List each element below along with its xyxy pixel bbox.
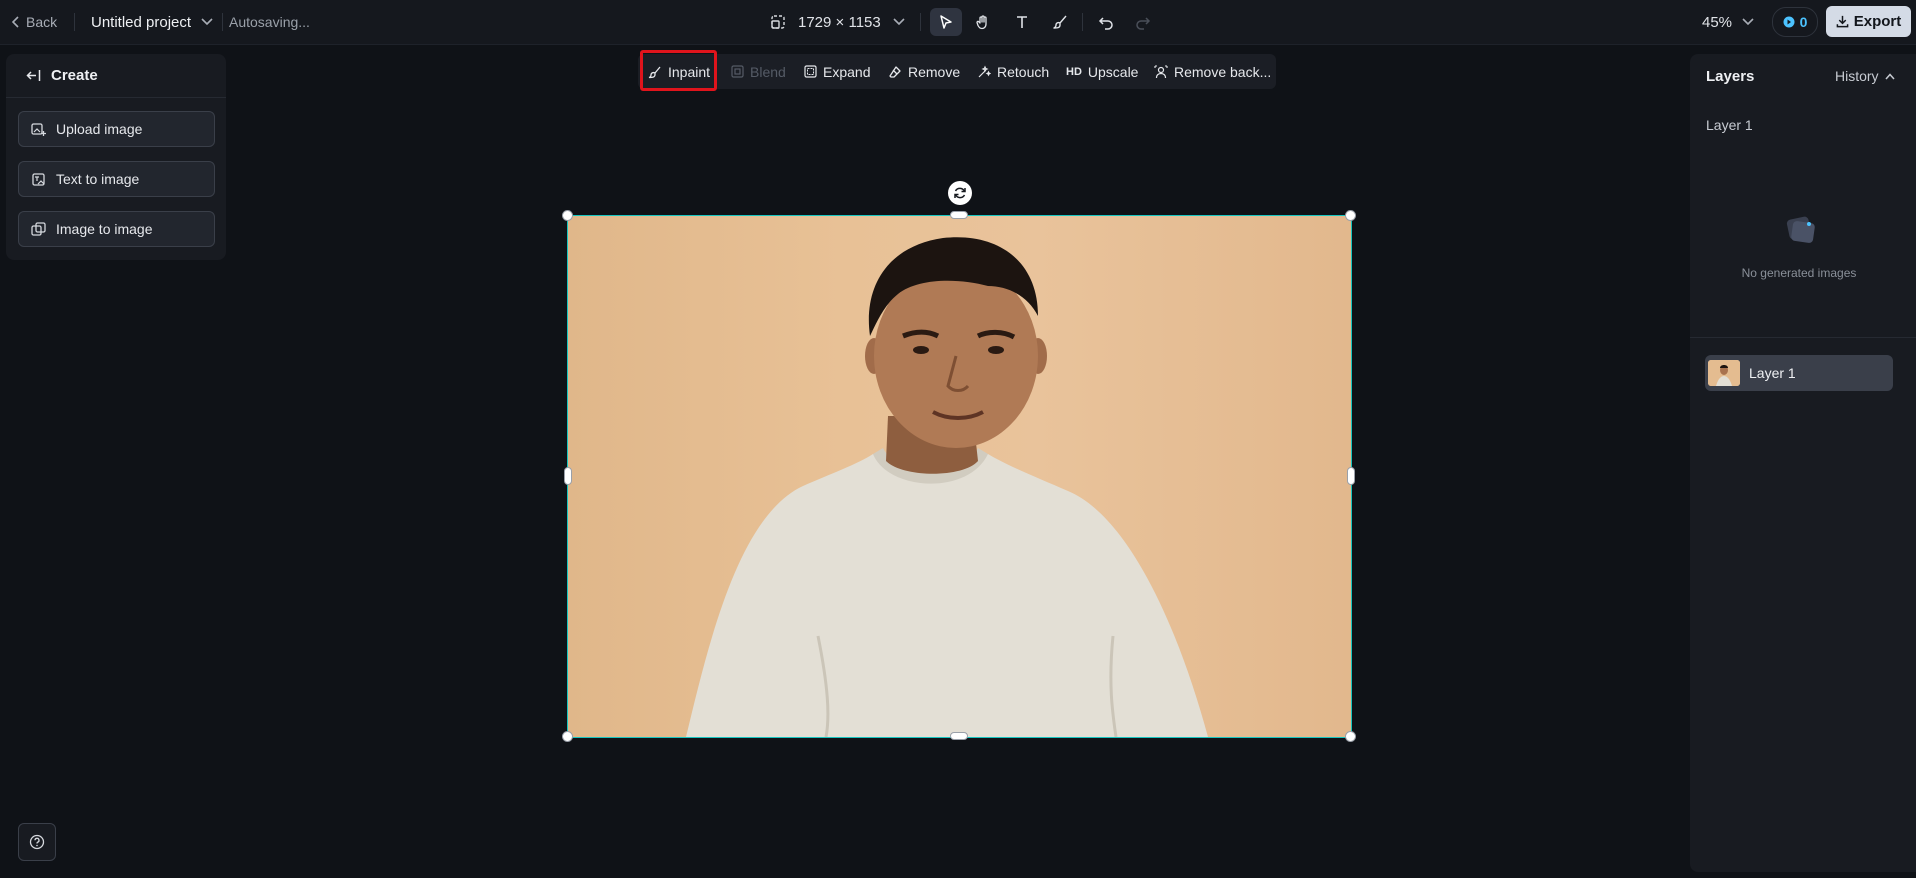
chevron-down-icon [1742,18,1754,26]
retouch-icon [977,64,991,79]
top-bar: Back Untitled project Autosaving... 1729… [0,0,1916,45]
remove-button[interactable]: Remove [888,54,960,89]
expand-label: Expand [823,63,871,80]
text-to-image-icon [31,172,46,187]
select-icon [938,14,954,30]
zoom-level: 45% [1702,13,1733,31]
undo-button[interactable] [1090,8,1122,36]
credit-coin-icon [1783,16,1795,28]
resize-icon [770,14,786,30]
resize-handle-bottom[interactable] [950,732,968,740]
chevron-left-icon [12,16,20,28]
divider [222,13,223,31]
text-icon [1014,14,1030,30]
resize-handle-right[interactable] [1347,467,1355,485]
remove-label: Remove [908,63,961,80]
export-button[interactable]: Export [1826,6,1911,37]
brush-icon [1052,14,1068,30]
create-panel: Create Upload image Text to image Image … [6,54,226,260]
expand-button[interactable]: Expand [804,54,870,89]
resize-handle-top-right[interactable] [1345,210,1356,221]
eraser-icon [888,65,902,79]
no-generated-images-text: No generated images [1741,266,1857,280]
text-to-image-label: Text to image [56,171,140,187]
current-layer-name: Layer 1 [1706,117,1753,133]
brush-tool-button[interactable] [1044,8,1076,36]
credits-badge[interactable]: 0 [1772,7,1818,37]
image-to-image-label: Image to image [56,221,153,237]
upload-image-button[interactable]: Upload image [18,111,215,147]
retouch-label: Retouch [997,63,1050,80]
history-toggle[interactable]: History [1835,68,1895,84]
inpaint-highlight-box [640,50,717,91]
undo-icon [1098,14,1114,30]
help-icon [29,834,45,850]
create-panel-title: Create [51,67,98,84]
rotate-icon [953,186,967,200]
select-tool-button[interactable] [930,8,962,36]
expand-icon [804,65,817,78]
remove-background-label: Remove back... [1174,63,1272,80]
divider [1082,13,1083,31]
layer-item-label: Layer 1 [1749,365,1796,381]
selection-frame[interactable] [567,215,1352,738]
create-panel-header[interactable]: Create [6,54,226,98]
divider [1690,337,1916,338]
upscale-label: Upscale [1087,63,1139,80]
project-name-dropdown[interactable]: Untitled project [91,0,213,44]
resize-handle-left[interactable] [564,467,572,485]
credits-count: 0 [1799,14,1808,30]
resize-handle-top-left[interactable] [562,210,573,221]
chevron-down-icon [201,18,213,26]
chevron-down-icon [893,18,905,26]
canvas-size-dropdown[interactable]: 1729 × 1153 [770,0,905,44]
empty-images-icon [1782,212,1820,248]
upscale-button[interactable]: HD Upscale [1066,54,1138,89]
image-to-image-button[interactable]: Image to image [18,211,215,247]
resize-handle-bottom-right[interactable] [1345,731,1356,742]
project-name: Untitled project [91,13,192,31]
resize-handle-top[interactable] [950,211,968,219]
zoom-dropdown[interactable]: 45% [1702,0,1754,44]
blend-label: Blend [750,63,786,80]
rotate-handle[interactable] [948,181,972,205]
collapse-panel-icon [26,69,41,82]
text-tool-button[interactable] [1006,8,1038,36]
layer-thumbnail [1708,360,1740,386]
remove-background-button[interactable]: Remove back... [1154,54,1271,89]
history-label: History [1835,68,1879,84]
text-to-image-button[interactable]: Text to image [18,161,215,197]
help-button[interactable] [18,823,56,861]
redo-icon [1135,14,1151,30]
back-button[interactable]: Back [12,0,57,44]
canvas-dimensions: 1729 × 1153 [798,13,881,31]
upload-image-label: Upload image [56,121,143,137]
redo-button[interactable] [1127,8,1159,36]
layer-item[interactable]: Layer 1 [1705,355,1893,391]
blend-icon [731,65,744,78]
back-label: Back [26,14,58,30]
hand-icon [975,14,991,30]
layers-title: Layers [1706,68,1755,85]
resize-handle-bottom-left[interactable] [562,731,573,742]
divider [74,13,75,31]
export-label: Export [1853,13,1902,30]
hand-tool-button[interactable] [967,8,999,36]
download-icon [1836,15,1849,28]
hd-icon: HD [1066,65,1082,78]
image-to-image-icon [31,221,46,237]
save-status: Autosaving... [229,14,310,30]
edit-toolbar: Inpaint Blend Expand Remove Retouch HD U… [638,54,1276,89]
upload-image-icon [31,122,46,137]
remove-background-icon [1154,64,1168,79]
divider [920,13,921,31]
chevron-up-icon [1885,72,1895,80]
blend-button[interactable]: Blend [731,54,786,89]
layers-panel: Layers History Layer 1 No generated imag… [1690,54,1916,872]
retouch-button[interactable]: Retouch [977,54,1049,89]
